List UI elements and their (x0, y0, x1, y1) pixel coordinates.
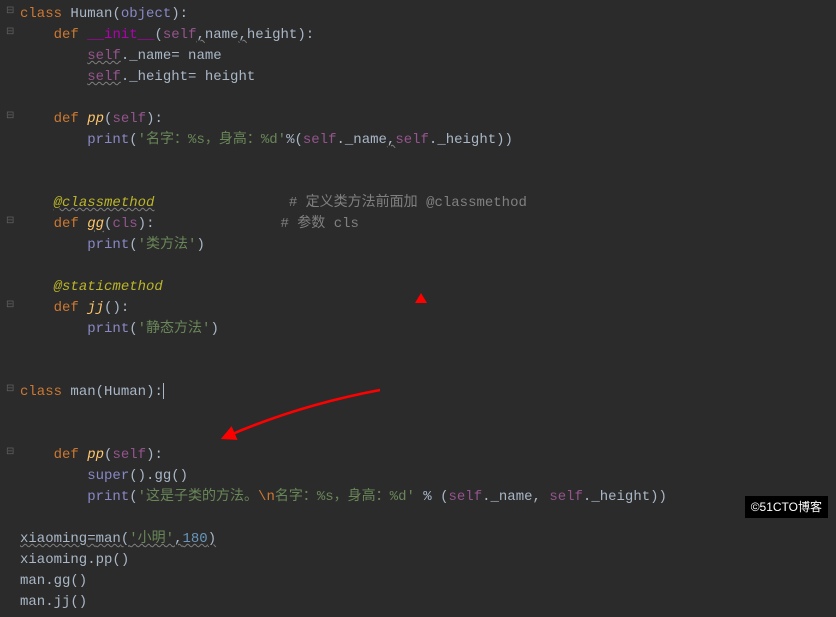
code-line (20, 361, 836, 382)
code-editor[interactable]: ⊟ class Human(object): ⊟ def __init__(se… (0, 0, 836, 617)
code-line (20, 256, 836, 277)
watermark: ©51CTO博客 (745, 496, 828, 518)
fold-icon[interactable]: ⊟ (6, 25, 14, 40)
code-line: self._height= height (20, 67, 836, 88)
code-line: def pp(self): (20, 109, 836, 130)
text-cursor (163, 383, 164, 399)
code-line: class man(Human): (20, 382, 836, 403)
code-line: def __init__(self,name,height): (20, 25, 836, 46)
fold-icon[interactable]: ⊟ (6, 298, 14, 313)
code-line: @staticmethod (20, 277, 836, 298)
code-line (20, 172, 836, 193)
fold-icon[interactable]: ⊟ (6, 109, 14, 124)
code-line: print('这是子类的方法。\n名字：%s，身高：%d' % (self._n… (20, 487, 836, 508)
code-line (20, 151, 836, 172)
code-line: print('类方法') (20, 235, 836, 256)
code-line: @classmethod # 定义类方法前面加 @classmethod (20, 193, 836, 214)
code-line: man.gg() (20, 571, 836, 592)
fold-icon[interactable]: ⊟ (6, 4, 14, 19)
code-line: print('名字：%s，身高：%d'%(self._name,self._he… (20, 130, 836, 151)
code-line (20, 424, 836, 445)
fold-icon[interactable]: ⊟ (6, 445, 14, 460)
code-line (20, 403, 836, 424)
code-line: def jj(): (20, 298, 836, 319)
fold-icon[interactable]: ⊟ (6, 214, 14, 229)
code-line: man.jj() (20, 592, 836, 613)
code-line (20, 508, 836, 529)
code-line (20, 88, 836, 109)
code-line: class Human(object): (20, 4, 836, 25)
warning-triangle-icon (415, 293, 427, 303)
code-line: self._name= name (20, 46, 836, 67)
code-line: xiaoming.pp() (20, 550, 836, 571)
code-line: def pp(self): (20, 445, 836, 466)
code-line: super().gg() (20, 466, 836, 487)
code-line (20, 340, 836, 361)
code-line: def gg(cls): # 参数 cls (20, 214, 836, 235)
code-line: print('静态方法') (20, 319, 836, 340)
fold-icon[interactable]: ⊟ (6, 382, 14, 397)
code-line: xiaoming=man('小明',180) (20, 529, 836, 550)
